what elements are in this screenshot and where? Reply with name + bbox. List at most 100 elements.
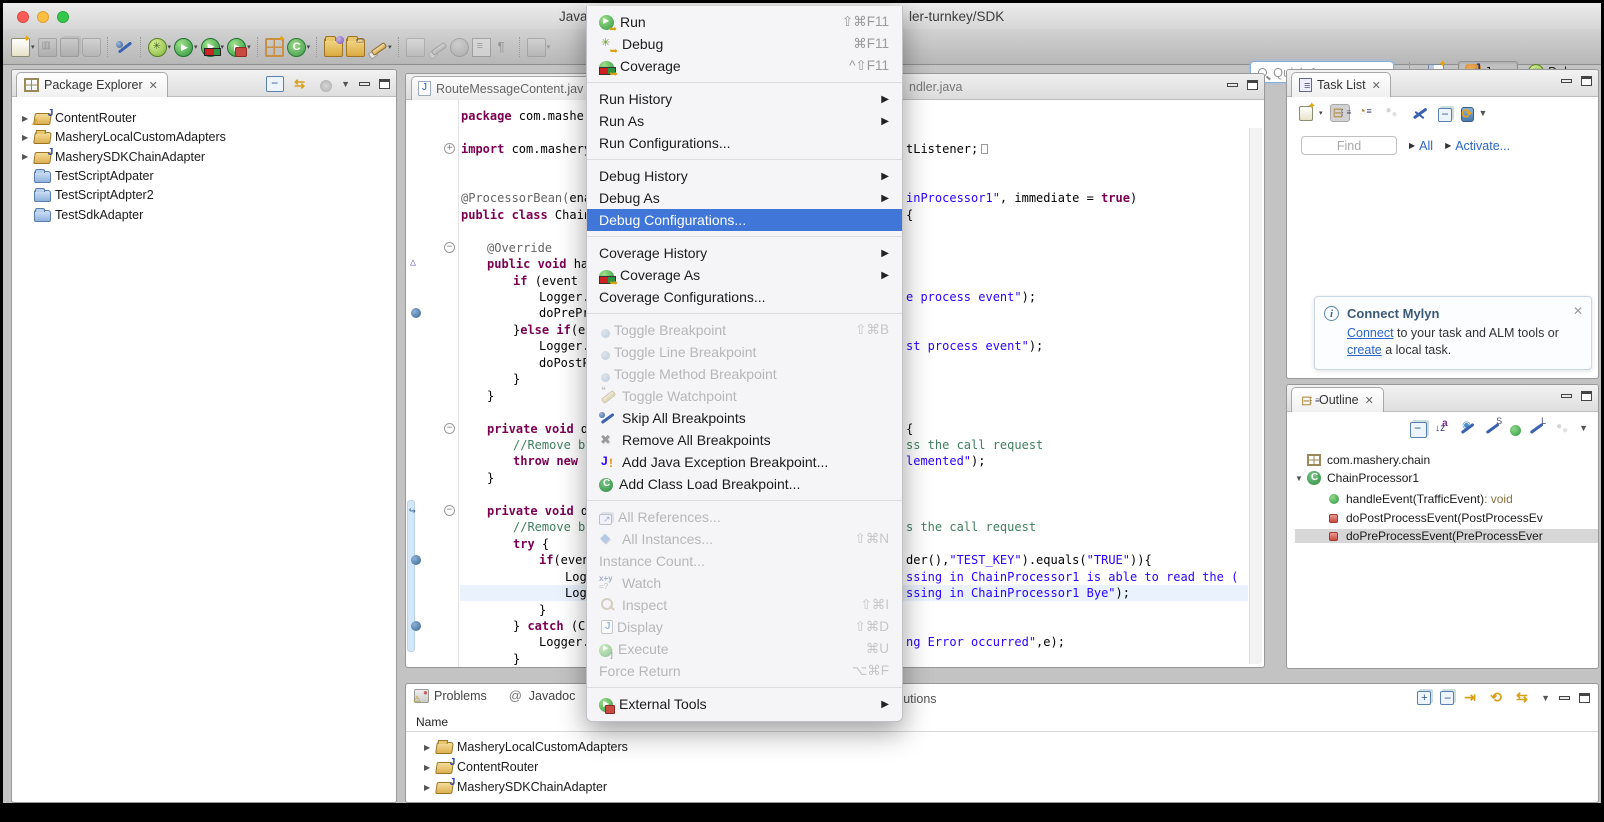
close-view-icon[interactable]: ✕ bbox=[1372, 79, 1381, 92]
show-whitespace-button[interactable] bbox=[494, 38, 513, 57]
activate-link[interactable]: Activate... bbox=[1455, 139, 1510, 153]
tree-item-masherysdkchainadapter[interactable]: ▶MasherySDKChainAdapter bbox=[22, 150, 205, 164]
skip-all-breakpoints-button[interactable] bbox=[115, 38, 134, 57]
minimize-view-button[interactable] bbox=[359, 82, 370, 86]
menu-item-debug-configurations[interactable]: Debug Configurations... bbox=[587, 209, 902, 231]
fold-expand-icon[interactable]: + bbox=[444, 143, 455, 154]
view-menu-button[interactable]: ▼ bbox=[1579, 423, 1588, 433]
new-task-button[interactable] bbox=[1299, 106, 1313, 121]
collapse-all-button[interactable] bbox=[1438, 108, 1452, 122]
expand-all-arrow-icon[interactable]: ▶ bbox=[1409, 141, 1415, 150]
run-external-button[interactable]: ▾ bbox=[227, 38, 251, 57]
menu-item-coverage-configurations[interactable]: Coverage Configurations... bbox=[587, 286, 902, 308]
outline-item-handleevent[interactable]: handleEvent(TrafficEvent) : void bbox=[1295, 492, 1598, 506]
all-filter-link[interactable]: All bbox=[1419, 139, 1433, 153]
new-java-project-button[interactable] bbox=[265, 38, 284, 57]
new-java-class-button[interactable]: ▾ bbox=[287, 38, 311, 57]
dropdown-caret-icon[interactable]: ▾ bbox=[221, 43, 225, 51]
maximize-view-button[interactable] bbox=[1581, 391, 1592, 401]
debug-button[interactable]: ▾ bbox=[148, 38, 172, 57]
fold-collapse-icon[interactable]: − bbox=[444, 505, 455, 516]
bottom-tab-problems[interactable]: Problems bbox=[414, 689, 487, 703]
find-input[interactable]: Find bbox=[1301, 136, 1397, 155]
menu-item-remove-all-breakpoints[interactable]: Remove All Breakpoints bbox=[587, 429, 902, 451]
menu-item-run-as[interactable]: Run As▶ bbox=[587, 110, 902, 132]
create-link[interactable]: create bbox=[1347, 343, 1382, 357]
tree-item-contentrouter[interactable]: ▶ContentRouter bbox=[22, 111, 136, 125]
minimize-view-button[interactable] bbox=[1561, 394, 1572, 398]
close-window-button[interactable] bbox=[17, 11, 29, 23]
outline-tab[interactable]: Outline ✕ bbox=[1291, 387, 1384, 412]
hide-fields-button[interactable] bbox=[1460, 420, 1477, 436]
maximize-view-button[interactable] bbox=[1579, 693, 1590, 703]
editor-tab-routemessagecontent[interactable]: RouteMessageContent.jav bbox=[411, 76, 594, 100]
task-list-tab[interactable]: Task List ✕ bbox=[1291, 72, 1391, 97]
package-explorer-tab[interactable]: Package Explorer ✕ bbox=[16, 72, 168, 97]
maximize-editor-button[interactable] bbox=[1247, 80, 1258, 90]
collapsed-fold-box[interactable] bbox=[981, 144, 988, 154]
tree-item-testsdkadapter[interactable]: TestSdkAdapter bbox=[22, 208, 143, 222]
hide-completed-button[interactable] bbox=[1411, 104, 1431, 122]
menu-item-debug[interactable]: Debug⌘F11 bbox=[587, 33, 902, 55]
tree-item-masherylocalcustomadapters[interactable]: ▶MasheryLocalCustomAdapters bbox=[22, 130, 226, 144]
result-row-masherylocalcustomadapters[interactable]: ▶MasheryLocalCustomAdapters bbox=[424, 740, 628, 754]
menu-item-debug-as[interactable]: Debug As▶ bbox=[587, 187, 902, 209]
expand-activate-arrow-icon[interactable]: ▶ bbox=[1445, 141, 1451, 150]
view-menu-button[interactable]: ▼ bbox=[1479, 108, 1488, 118]
tree-item-testscriptadpater[interactable]: TestScriptAdpater bbox=[22, 169, 154, 183]
synchronize-button[interactable] bbox=[1461, 107, 1474, 122]
link-with-editor-button[interactable] bbox=[293, 76, 311, 92]
expand-arrow-icon[interactable]: ▶ bbox=[22, 133, 34, 142]
show-source-button[interactable] bbox=[472, 38, 491, 57]
expand-arrow-icon[interactable]: ▶ bbox=[424, 743, 436, 752]
dropdown-caret-icon[interactable]: ▾ bbox=[31, 43, 35, 51]
menu-item-add-class-load-breakpoint[interactable]: Add Class Load Breakpoint... bbox=[587, 473, 902, 495]
bottom-tab-javadoc[interactable]: Javadoc bbox=[509, 689, 576, 703]
link-with-selection-button[interactable] bbox=[1463, 690, 1480, 706]
print-button[interactable] bbox=[82, 38, 101, 57]
menu-item-coverage-history[interactable]: Coverage History▶ bbox=[587, 242, 902, 264]
fold-collapse-icon[interactable]: − bbox=[444, 423, 455, 434]
expand-all-button[interactable] bbox=[1417, 691, 1431, 705]
menu-item-run-history[interactable]: Run History▶ bbox=[587, 88, 902, 110]
hide-static-members-button[interactable] bbox=[1485, 420, 1502, 436]
sort-button[interactable] bbox=[1435, 420, 1452, 436]
name-column-header[interactable]: Name bbox=[406, 712, 1598, 732]
breakpoint-icon[interactable] bbox=[411, 308, 421, 318]
tree-item-testscriptadpter2[interactable]: TestScriptAdpter2 bbox=[22, 188, 154, 202]
expand-arrow-icon[interactable]: ▶ bbox=[424, 763, 436, 772]
menu-item-skip-all-breakpoints[interactable]: Skip All Breakpoints bbox=[587, 407, 902, 429]
expand-arrow-icon[interactable]: ▼ bbox=[1295, 474, 1307, 483]
next-annotation-button[interactable] bbox=[406, 38, 425, 57]
focus-on-workweek-button[interactable] bbox=[1384, 104, 1404, 122]
connect-link[interactable]: Connect bbox=[1347, 326, 1394, 340]
zoom-window-button[interactable] bbox=[57, 11, 69, 23]
open-folder-button[interactable] bbox=[324, 38, 343, 57]
menu-item-external-tools[interactable]: External Tools▶ bbox=[587, 693, 902, 715]
outline-item-com.mashery.chain[interactable]: com.mashery.chain bbox=[1295, 453, 1598, 467]
outline-item-chainprocessor1[interactable]: ▼ChainProcessor1 bbox=[1295, 471, 1598, 485]
last-edit-button[interactable] bbox=[428, 38, 447, 57]
minimize-editor-button[interactable] bbox=[1227, 83, 1238, 87]
breakpoint-icon[interactable] bbox=[411, 555, 421, 565]
expand-arrow-icon[interactable]: ▶ bbox=[424, 783, 436, 792]
result-row-masherysdkchainadapter[interactable]: ▶MasherySDKChainAdapter bbox=[424, 780, 607, 794]
menu-item-run-configurations[interactable]: Run Configurations... bbox=[587, 132, 902, 154]
coverage-button[interactable]: ▾ bbox=[201, 38, 225, 57]
menu-item-coverage[interactable]: Coverage^⇧F11 bbox=[587, 55, 902, 77]
minimize-view-button[interactable] bbox=[1561, 79, 1572, 83]
outline-item-dopreprocessevent[interactable]: doPreProcessEvent(PreProcessEver bbox=[1295, 529, 1598, 543]
light-bulb-button[interactable] bbox=[450, 38, 469, 57]
close-notification-icon[interactable]: ✕ bbox=[1573, 304, 1583, 318]
save-button[interactable] bbox=[38, 38, 57, 57]
search-button[interactable]: ▾ bbox=[527, 38, 551, 57]
menu-item-debug-history[interactable]: Debug History▶ bbox=[587, 165, 902, 187]
new-wizard-button[interactable]: ▾ bbox=[11, 38, 35, 57]
save-all-button[interactable] bbox=[60, 38, 79, 57]
close-view-icon[interactable]: ✕ bbox=[1365, 394, 1374, 407]
dropdown-caret-icon[interactable]: ▾ bbox=[307, 43, 311, 51]
editor-scrollbar[interactable] bbox=[1249, 128, 1262, 664]
menu-item-run[interactable]: Run⇧⌘F11 bbox=[587, 11, 902, 33]
breakpoint-icon[interactable] bbox=[411, 621, 421, 631]
expand-arrow-icon[interactable]: ▶ bbox=[22, 152, 34, 161]
